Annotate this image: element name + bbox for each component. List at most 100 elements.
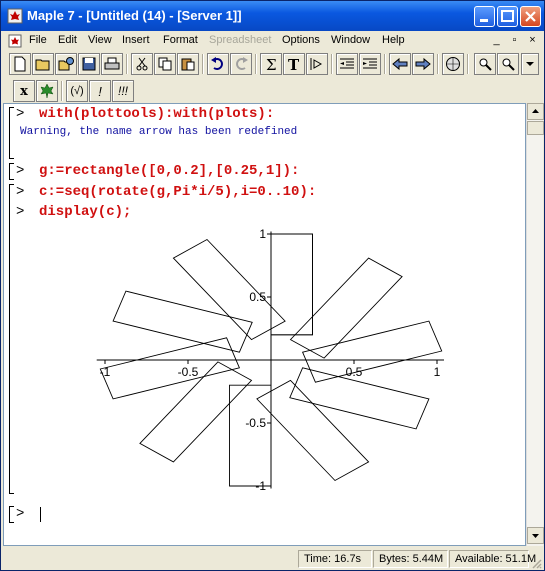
warning-output: Warning, the name arrow has been redefin… — [20, 126, 298, 138]
maple-leaf-button[interactable] — [36, 80, 58, 102]
chevron-down-icon — [532, 534, 539, 538]
open-button[interactable] — [32, 53, 54, 75]
maple-leaf-icon — [7, 8, 23, 24]
execution-group-bracket[interactable] — [9, 506, 14, 523]
chevron-up-icon — [532, 109, 539, 113]
context-x-label: x — [20, 83, 28, 99]
mdi-close-button[interactable]: × — [525, 34, 540, 47]
minimize-icon — [480, 19, 488, 22]
input-line[interactable]: display(c); — [39, 204, 131, 220]
x-tick-label: 1 — [434, 365, 441, 379]
menu-spreadsheet[interactable]: Spreadsheet — [209, 34, 271, 46]
execution-group-bracket[interactable] — [9, 163, 14, 180]
maximize-button[interactable] — [497, 6, 518, 27]
magnifier-icon — [502, 58, 515, 71]
scroll-thumb[interactable] — [527, 121, 544, 135]
open-url-button[interactable] — [55, 53, 77, 75]
outdent-icon — [340, 58, 354, 69]
menu-view[interactable]: View — [88, 34, 112, 46]
arrow-left-icon — [392, 57, 408, 71]
close-button[interactable] — [520, 6, 541, 27]
execute-button[interactable]: ! — [89, 80, 111, 102]
rotated-rectangle — [256, 379, 370, 482]
save-button[interactable] — [78, 53, 100, 75]
copy-icon — [158, 57, 172, 71]
zoom-in-button[interactable] — [474, 53, 496, 75]
execute-all-label: !!! — [117, 84, 128, 98]
rotated-rectangle — [172, 238, 286, 341]
execute-x-button[interactable]: x — [13, 80, 35, 102]
scroll-up-button[interactable] — [527, 103, 544, 120]
rotated-rectangle — [270, 233, 313, 336]
menu-insert[interactable]: Insert — [122, 34, 150, 46]
prompt: > — [16, 204, 25, 220]
cut-button[interactable] — [131, 53, 153, 75]
menu-file[interactable]: File — [29, 34, 47, 46]
title-bar[interactable]: Maple 7 - [Untitled (14) - [Server 1]] — [1, 1, 544, 31]
execution-group-bracket[interactable] — [9, 107, 14, 159]
y-tick-label: -0.5 — [245, 416, 266, 430]
maple-window: Maple 7 - [Untitled (14) - [Server 1]] F… — [0, 0, 545, 571]
mdi-minimize-button[interactable]: _ — [489, 34, 504, 47]
main-toolbar: Σ T — [3, 52, 543, 78]
chevron-down-icon — [526, 62, 534, 66]
back-button[interactable] — [389, 53, 411, 75]
toolbar-separator — [437, 54, 439, 74]
mdi-restore-button[interactable]: ▫ — [507, 34, 522, 47]
copy-button[interactable] — [154, 53, 176, 75]
status-available: Available: 51.1M — [449, 550, 536, 568]
print-button[interactable] — [101, 53, 123, 75]
svg-text:Σ: Σ — [266, 56, 277, 72]
input-line[interactable]: c:=seq(rotate(g,Pi*i/5),i=0..10): — [39, 184, 316, 200]
menu-format[interactable]: Format — [163, 34, 198, 46]
paste-button[interactable] — [177, 53, 199, 75]
text-input-button[interactable]: T — [283, 53, 305, 75]
toolbar-separator — [331, 54, 333, 74]
minimize-button[interactable] — [474, 6, 495, 27]
rotated-rectangle — [112, 290, 253, 353]
toolbar-separator — [126, 54, 128, 74]
input-line[interactable]: g:=rectangle([0,0.2],[0.25,1]): — [39, 163, 299, 179]
stop-button[interactable] — [442, 53, 464, 75]
open-folder-icon — [35, 59, 50, 71]
resize-grip-icon[interactable] — [530, 557, 542, 569]
y-tick-label: 1 — [259, 227, 266, 241]
forward-button[interactable] — [412, 53, 434, 75]
indent-icon — [363, 58, 377, 69]
sigma-icon: Σ — [266, 56, 277, 72]
scroll-down-button[interactable] — [527, 527, 544, 544]
plot-output[interactable]: -1 -0.5 0.5 1-1-0.50.51 — [84, 226, 444, 496]
validate-button[interactable]: (√) — [66, 80, 88, 102]
worksheet[interactable]: > with(plottools):with(plots): Warning, … — [3, 103, 526, 546]
math-input-button[interactable]: Σ — [260, 53, 282, 75]
menu-edit[interactable]: Edit — [58, 34, 77, 46]
prompt-icon — [310, 58, 323, 70]
undo-button[interactable] — [207, 53, 229, 75]
toolbar-separator — [467, 54, 469, 74]
status-time: Time: 16.7s — [298, 550, 372, 568]
status-bytes: Bytes: 5.44M — [373, 550, 448, 568]
menu-bar: File Edit View Insert Format Spreadsheet… — [1, 31, 544, 51]
redo-button[interactable] — [230, 53, 252, 75]
toolbar-separator — [384, 54, 386, 74]
insert-prompt-button[interactable] — [306, 53, 328, 75]
menu-window[interactable]: Window — [331, 34, 370, 46]
status-bar: Time: 16.7s Bytes: 5.44M Available: 51.1… — [1, 548, 544, 570]
execute-all-button[interactable]: !!! — [112, 80, 134, 102]
svg-text:T: T — [288, 56, 300, 72]
menu-help[interactable]: Help — [382, 34, 405, 46]
prompt: > — [16, 106, 25, 122]
new-button[interactable] — [9, 53, 31, 75]
toolbar-overflow-button[interactable] — [521, 53, 539, 75]
document-icon[interactable] — [7, 33, 23, 49]
rotated-rectangle — [289, 257, 403, 359]
zoom-out-button[interactable] — [497, 53, 519, 75]
execution-group-bracket[interactable] — [9, 184, 14, 494]
vertical-scrollbar[interactable] — [526, 103, 544, 546]
text-cursor — [40, 507, 41, 522]
menu-options[interactable]: Options — [282, 34, 320, 46]
outdent-button[interactable] — [336, 53, 358, 75]
input-line[interactable]: with(plottools):with(plots): — [39, 106, 274, 122]
indent-button[interactable] — [359, 53, 381, 75]
prompt: > — [16, 184, 25, 200]
